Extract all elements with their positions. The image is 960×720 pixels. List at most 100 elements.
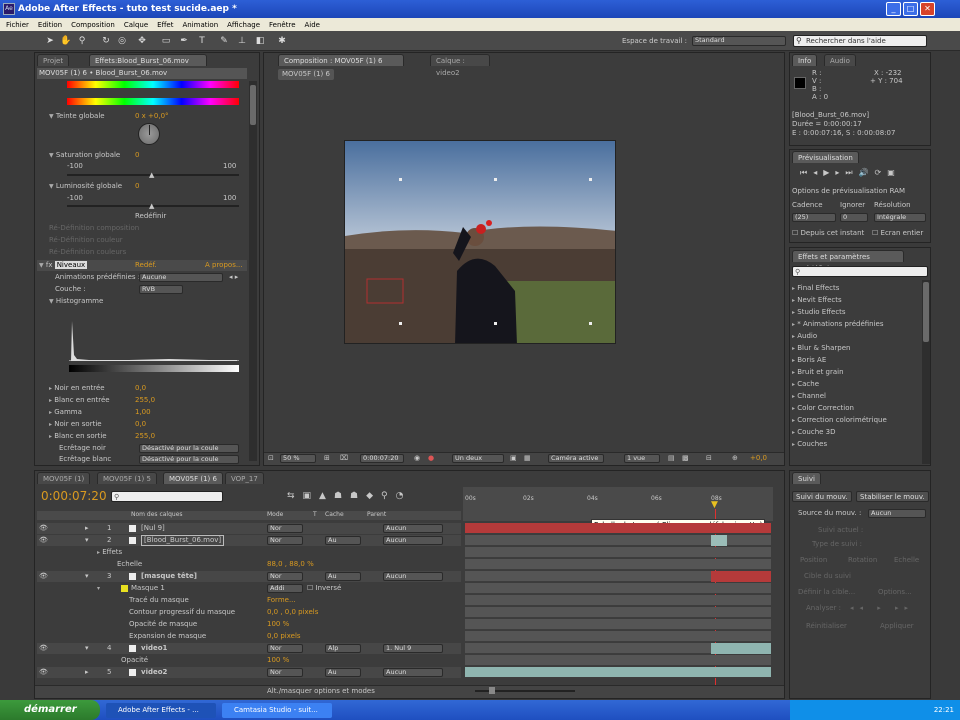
zoom-select[interactable]: 50 %	[280, 454, 316, 463]
preset-item[interactable]: Nevit Effects	[797, 296, 841, 304]
mode-select[interactable]: Nor	[267, 644, 303, 653]
hand-tool-icon[interactable]: ✋	[60, 35, 72, 47]
expand-arrow-icon[interactable]: ▸	[85, 523, 89, 534]
zoom-tool-icon[interactable]: ⚲	[76, 35, 88, 47]
menu-calque[interactable]: Calque	[124, 21, 148, 29]
mask-mode-select[interactable]: Addi	[267, 584, 303, 593]
channel-icon[interactable]: ●	[428, 454, 434, 462]
hue-dial[interactable]	[138, 123, 160, 145]
ecretage-blanc-select[interactable]: Désactivé pour la coule	[139, 455, 239, 464]
resolution-select[interactable]: Intégrale	[874, 213, 926, 222]
timeline-zoom-slider[interactable]	[475, 687, 575, 694]
anim-arrows-icon[interactable]: ◂ ▸	[229, 272, 238, 283]
contour-value[interactable]: 0,0 , 0,0 pixels	[267, 607, 318, 618]
views-select[interactable]: 1 vue	[624, 454, 660, 463]
param-value-1[interactable]: 255,0	[135, 395, 155, 406]
tab-calque[interactable]: Calque : video2	[430, 54, 490, 77]
preset-item[interactable]: Audio	[797, 332, 817, 340]
from-current-checkbox[interactable]: ☐ Depuis cet instant	[792, 228, 864, 239]
layer-name[interactable]: [Nul 9]	[141, 523, 165, 534]
presets-search-input[interactable]: ⚲	[792, 266, 928, 277]
eraser-tool-icon[interactable]: ◧	[254, 35, 266, 47]
presets-scrollbar[interactable]	[922, 280, 930, 464]
layer-track-bar[interactable]	[465, 667, 771, 678]
layer-track-bar[interactable]	[711, 571, 771, 582]
layer-name[interactable]: [Blood_Burst_06.mov]	[141, 535, 225, 546]
safe-zones-icon[interactable]: ⊞	[324, 454, 330, 462]
preset-item[interactable]: Blur & Sharpen	[797, 344, 850, 352]
expand-arrow-icon[interactable]: ▸	[85, 667, 89, 678]
saturation-value[interactable]: 0	[135, 150, 139, 161]
parent-select[interactable]: Aucun	[383, 572, 443, 581]
workspace-select[interactable]: Standard	[692, 36, 786, 46]
task-after-effects[interactable]: Adobe After Effects - ...	[106, 702, 216, 718]
playback-controls-icon[interactable]: ⏮◂▶▸⏭🔊⟳▣	[800, 168, 901, 178]
preset-item[interactable]: Boris AE	[797, 356, 826, 364]
echelle-value[interactable]: 88,0 , 88,0 %	[267, 559, 314, 570]
ram-options[interactable]: Options de prévisualisation RAM	[792, 186, 905, 197]
timeline-tab-2[interactable]: MOV05F (1) 5	[97, 472, 157, 484]
preset-item[interactable]: Final Effects	[797, 284, 839, 292]
timeline-timecode[interactable]: 0:00:07:20	[41, 489, 107, 503]
brush-tool-icon[interactable]: ✎	[218, 35, 230, 47]
parent-select[interactable]: Aucun	[383, 536, 443, 545]
layer-name[interactable]: video2	[141, 667, 167, 678]
parent-select[interactable]: 1. Nul 9	[383, 644, 443, 653]
minimize-button[interactable]: _	[886, 2, 901, 16]
expand-arrow-icon[interactable]: ▾	[85, 571, 89, 582]
parent-select[interactable]: Aucun	[383, 668, 443, 677]
couche-select[interactable]: RVB	[139, 285, 183, 294]
ignorer-select[interactable]: 0	[840, 213, 868, 222]
maximize-button[interactable]: □	[903, 2, 918, 16]
preset-item[interactable]: Studio Effects	[797, 308, 845, 316]
layer-track-bar[interactable]	[711, 535, 727, 546]
camera-icon[interactable]: ⌧	[340, 454, 348, 462]
menu-affichage[interactable]: Affichage	[227, 21, 260, 29]
preset-item[interactable]: Color Correction	[797, 404, 854, 412]
anchor-handle[interactable]	[494, 322, 497, 325]
preset-item[interactable]: Correction colorimétrique	[797, 416, 887, 424]
magnify-icon[interactable]: ⊡	[268, 454, 274, 462]
layer-search-input[interactable]: ⚲	[111, 491, 223, 502]
eye-icon[interactable]: 👁	[39, 523, 48, 534]
timeline-footer-label[interactable]: Alt./masquer options et modes	[267, 686, 375, 697]
anchor-handle[interactable]	[589, 178, 592, 181]
rotate-tool-icon[interactable]: ↻	[100, 35, 112, 47]
timeline-tab-4[interactable]: VOP_17	[225, 472, 264, 484]
menu-fichier[interactable]: Fichier	[6, 21, 29, 29]
menu-composition[interactable]: Composition	[71, 21, 115, 29]
param-value-0[interactable]: 0,0	[135, 383, 146, 394]
track-motion-button[interactable]: Suivi du mouv.	[792, 491, 852, 502]
timeline-switches-icon[interactable]: ⇆▣▲☗☗◆⚲◔	[287, 491, 411, 501]
timeline-tab-3[interactable]: MOV05F (1) 6	[163, 472, 223, 484]
help-search-input[interactable]: Rechercher dans l'aide	[793, 35, 927, 47]
tab-preview[interactable]: Prévisualisation	[792, 151, 859, 163]
mode-select[interactable]: Nor	[267, 572, 303, 581]
tab-composition[interactable]: Composition : MOV05F (1) 6	[278, 54, 404, 66]
niveaux-label[interactable]: Niveaux	[54, 261, 88, 269]
cadence-select[interactable]: (25)	[792, 213, 836, 222]
close-button[interactable]: ✕	[920, 2, 935, 16]
video-frame[interactable]	[344, 140, 616, 344]
redefine-link[interactable]: Redéfinir	[135, 211, 166, 222]
eye-icon[interactable]: 👁	[39, 571, 48, 582]
anchor-handle[interactable]	[589, 322, 592, 325]
preset-item[interactable]: Channel	[797, 392, 826, 400]
tab-audio[interactable]: Audio	[824, 54, 856, 66]
anim-select[interactable]: Aucune	[139, 273, 223, 282]
ecretage-noir-select[interactable]: Désactivé pour la coule	[139, 444, 239, 453]
opacite-value[interactable]: 100 %	[267, 655, 289, 666]
snapshot-icon[interactable]: ◉	[414, 454, 420, 462]
menu-fenetre[interactable]: Fenêtre	[269, 21, 295, 29]
opacite-masque-value[interactable]: 100 %	[267, 619, 289, 630]
tab-suivi[interactable]: Suivi	[792, 472, 821, 484]
cache-select[interactable]: Au	[325, 668, 361, 677]
param-value-3[interactable]: 0,0	[135, 419, 146, 430]
fullscreen-checkbox[interactable]: ☐ Ecran entier	[872, 228, 923, 239]
cache-select[interactable]: Au	[325, 536, 361, 545]
flowchart-icon[interactable]: ⊕	[732, 454, 738, 462]
luminosite-slider[interactable]: ▲	[67, 202, 239, 210]
menu-effet[interactable]: Effet	[157, 21, 173, 29]
timecode-field[interactable]: 0:00:07:20	[360, 454, 404, 463]
trace-value[interactable]: Forme...	[267, 595, 296, 606]
